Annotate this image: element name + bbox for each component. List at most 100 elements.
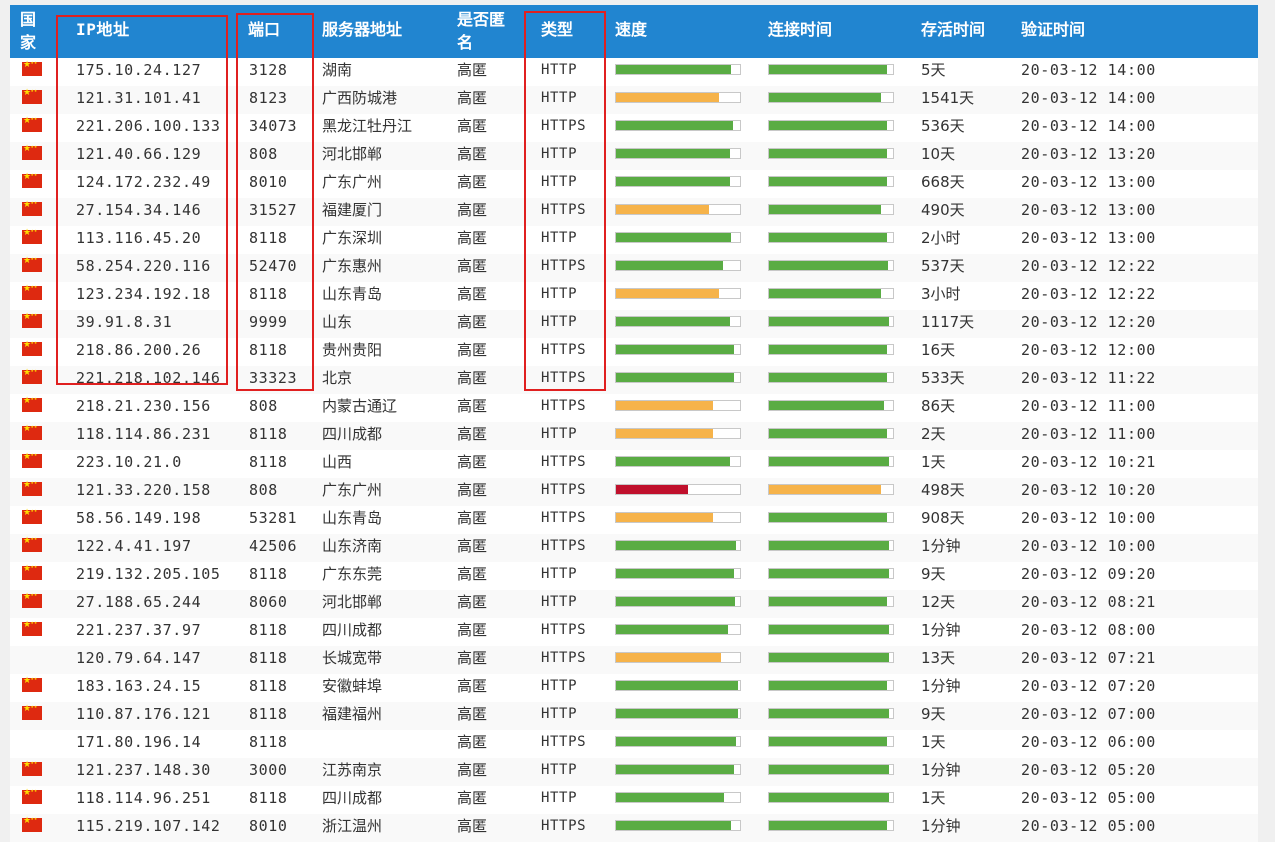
verified-time: 20-03-12 08:21 — [1021, 593, 1156, 611]
protocol-type: HTTP — [541, 594, 578, 610]
anonymity: 高匿 — [457, 761, 488, 779]
ip-address: 121.237.148.30 — [76, 761, 211, 779]
speed-bar — [615, 148, 741, 159]
ip-address: 110.87.176.121 — [76, 705, 211, 723]
speed-bar-fill — [616, 653, 722, 662]
speed-bar-fill — [616, 793, 724, 802]
connect-time-bar-fill — [769, 485, 881, 494]
anonymity: 高匿 — [457, 341, 488, 359]
speed-bar-fill — [616, 681, 738, 690]
ip-address: 219.132.205.105 — [76, 565, 221, 583]
table-row: 113.116.45.20 8118 广东深圳 高匿 HTTP 2小时 20-03-12 1… — [10, 226, 1258, 254]
anonymity: 高匿 — [457, 61, 488, 79]
ip-address: 221.237.37.97 — [76, 621, 202, 639]
speed-bar-fill — [616, 149, 731, 158]
connect-time-bar — [768, 148, 894, 159]
port: 8118 — [249, 733, 288, 751]
anonymity: 高匿 — [457, 565, 488, 583]
speed-bar-fill — [616, 177, 731, 186]
china-flag-icon — [22, 282, 42, 300]
connect-time-bar-fill — [769, 429, 887, 438]
ip-address: 115.219.107.142 — [76, 817, 221, 835]
port: 8118 — [249, 341, 288, 359]
anonymity: 高匿 — [457, 453, 488, 471]
anonymity: 高匿 — [457, 117, 488, 135]
anonymity: 高匿 — [457, 145, 488, 163]
china-flag-icon — [22, 506, 42, 524]
protocol-type: HTTPS — [541, 370, 587, 386]
connect-time-bar-fill — [769, 541, 890, 550]
header-speed: 速度 — [615, 20, 648, 39]
server-location: 广东惠州 — [322, 257, 383, 275]
table-row: 124.172.232.49 8010 广东广州 高匿 HTTP 668天 20-03-12… — [10, 170, 1258, 198]
alive-time: 536天 — [921, 117, 965, 135]
connect-time-bar — [768, 120, 894, 131]
speed-bar-fill — [616, 261, 723, 270]
server-location: 浙江温州 — [322, 817, 383, 835]
speed-bar — [615, 288, 741, 299]
ip-address: 118.114.86.231 — [76, 425, 211, 443]
connect-time-bar-fill — [769, 149, 887, 158]
anonymity: 高匿 — [457, 285, 488, 303]
server-location: 山东青岛 — [322, 285, 383, 303]
server-location: 江苏南京 — [322, 761, 383, 779]
speed-bar-fill — [616, 485, 688, 494]
table-row: 58.254.220.116 52470 广东惠州 高匿 HTTPS 537天 20-03-… — [10, 254, 1258, 282]
table-row: 123.234.192.18 8118 山东青岛 高匿 HTTP 3小时 20-03-12 … — [10, 282, 1258, 310]
protocol-type: HTTP — [541, 678, 578, 694]
china-flag-icon — [22, 310, 42, 328]
protocol-type: HTTP — [541, 566, 578, 582]
port: 8118 — [249, 705, 288, 723]
protocol-type: HTTP — [541, 790, 578, 806]
connect-time-bar-fill — [769, 597, 887, 606]
protocol-type: HTTPS — [541, 202, 587, 218]
server-location: 内蒙古通辽 — [322, 397, 398, 415]
speed-bar — [615, 512, 741, 523]
connect-time-bar — [768, 260, 894, 271]
connect-time-bar-fill — [769, 681, 887, 690]
connect-time-bar-fill — [769, 177, 887, 186]
server-location: 贵州贵阳 — [322, 341, 383, 359]
port: 9999 — [249, 313, 288, 331]
verified-time: 20-03-12 10:00 — [1021, 537, 1156, 555]
anonymity: 高匿 — [457, 817, 488, 835]
ip-address: 221.218.102.146 — [76, 369, 221, 387]
table-body: 175.10.24.1273128湖南高匿HTTP5天20-03-12 14:0… — [10, 58, 1258, 842]
server-location: 安徽蚌埠 — [322, 677, 383, 695]
anonymity: 高匿 — [457, 257, 488, 275]
server-location: 福建福州 — [322, 705, 383, 723]
verified-time: 20-03-12 07:00 — [1021, 705, 1156, 723]
alive-time: 1分钟 — [921, 817, 961, 835]
alive-time: 3小时 — [921, 285, 961, 303]
server-location: 山东济南 — [322, 537, 383, 555]
port: 3128 — [249, 61, 288, 79]
connect-time-bar — [768, 372, 894, 383]
protocol-type: HTTP — [541, 286, 578, 302]
alive-time: 1天 — [921, 453, 946, 471]
speed-bar-fill — [616, 93, 719, 102]
table-row: 223.10.21.0 8118 山西 高匿 HTTPS 1天 20-03-12 10:21 — [10, 450, 1258, 478]
alive-time: 490天 — [921, 201, 965, 219]
speed-bar — [615, 764, 741, 775]
speed-bar-fill — [616, 737, 737, 746]
anonymity: 高匿 — [457, 89, 488, 107]
ip-address: 113.116.45.20 — [76, 229, 202, 247]
port: 8123 — [249, 89, 288, 107]
connect-time-bar-fill — [769, 457, 890, 466]
table-row: 118.114.96.251 8118 四川成都 高匿 HTTP 1天 20-03-12 0… — [10, 786, 1258, 814]
connect-time-bar — [768, 484, 894, 495]
verified-time: 20-03-12 13:00 — [1021, 173, 1156, 191]
anonymity: 高匿 — [457, 649, 488, 667]
header-type: 类型 — [541, 20, 574, 39]
protocol-type: HTTPS — [541, 734, 587, 750]
speed-bar-fill — [616, 289, 719, 298]
connect-time-bar-fill — [769, 653, 890, 662]
alive-time: 2小时 — [921, 229, 961, 247]
speed-bar-fill — [616, 65, 732, 74]
header-country: 国家 — [20, 10, 37, 52]
connect-time-bar — [768, 736, 894, 747]
speed-bar-fill — [616, 457, 731, 466]
alive-time: 9天 — [921, 705, 946, 723]
anonymity: 高匿 — [457, 481, 488, 499]
alive-time: 1分钟 — [921, 537, 961, 555]
